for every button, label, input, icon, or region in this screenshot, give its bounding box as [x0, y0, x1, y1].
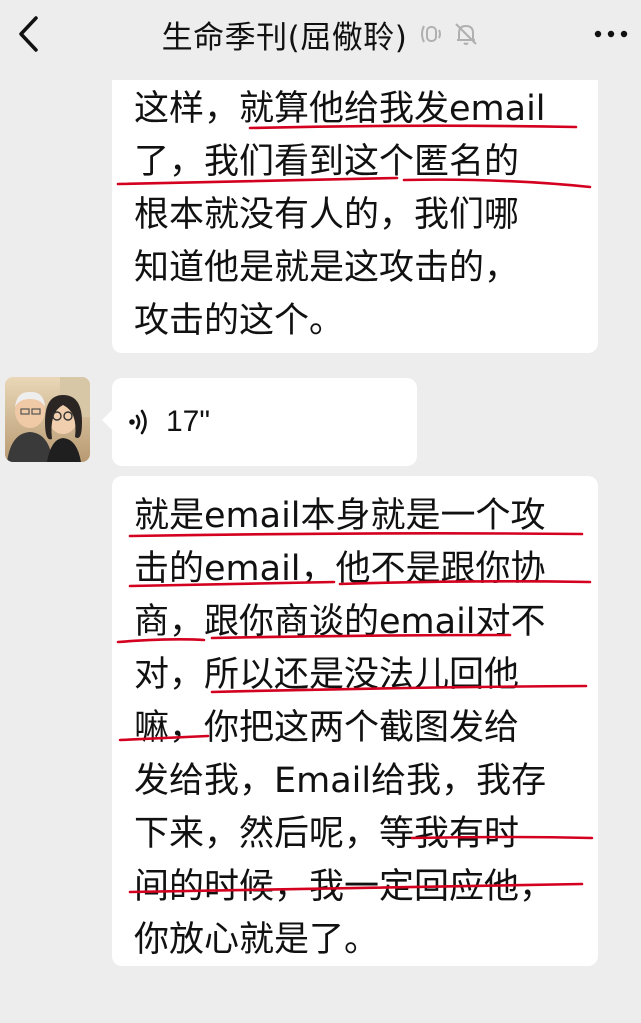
message-line: 下来，然后呢，等我有时: [134, 814, 520, 854]
message-line: 攻击的这个。: [134, 301, 345, 341]
avatar[interactable]: [5, 377, 90, 462]
voice-message[interactable]: 17": [102, 378, 417, 466]
message-line: 你放心就是了。: [134, 920, 380, 960]
message-line: 根本就没有人的，我们哪: [134, 195, 520, 235]
message-line: 就是email本身就是一个攻: [134, 496, 546, 536]
chat-title: 生命季刊(屈儆聆): [161, 19, 408, 56]
message-text: 这样，就算他给我发email 了，我们看到这个匿名的 根本就没有人的，我们哪 知…: [112, 80, 598, 348]
message-bubble[interactable]: 这样，就算他给我发email 了，我们看到这个匿名的 根本就没有人的，我们哪 知…: [112, 80, 598, 353]
message-line: 对，所以还是没法儿回他: [134, 655, 520, 695]
message-line: 知道他是就是这攻击的，: [134, 248, 520, 288]
message-line: 间的时候，我一定回应他，: [134, 867, 555, 907]
message-line: 了，我们看到这个匿名的: [134, 142, 520, 182]
message-line: 这样，就算他给我发email: [134, 89, 546, 129]
voice-wave-icon: [129, 409, 147, 435]
message-text: 就是email本身就是一个攻 击的email，他不是跟你协 商，跟你商谈的ema…: [112, 476, 598, 967]
message-line: 击的email，他不是跟你协: [134, 549, 546, 589]
more-icon: [594, 30, 628, 38]
mute-bell-icon: [453, 21, 479, 47]
message-line: 商，跟你商谈的email对不: [134, 602, 546, 642]
more-button[interactable]: [585, 14, 637, 54]
message-line: 嘛，你把这两个截图发给: [134, 708, 520, 748]
voice-duration: 17": [166, 405, 211, 438]
chat-header: 生命季刊(屈儆聆): [0, 0, 641, 74]
message-line: 发给我，Email给我，我存: [134, 761, 547, 801]
ear-icon: [417, 21, 443, 47]
message-bubble[interactable]: 就是email本身就是一个攻 击的email，他不是跟你协 商，跟你商谈的ema…: [112, 476, 598, 966]
